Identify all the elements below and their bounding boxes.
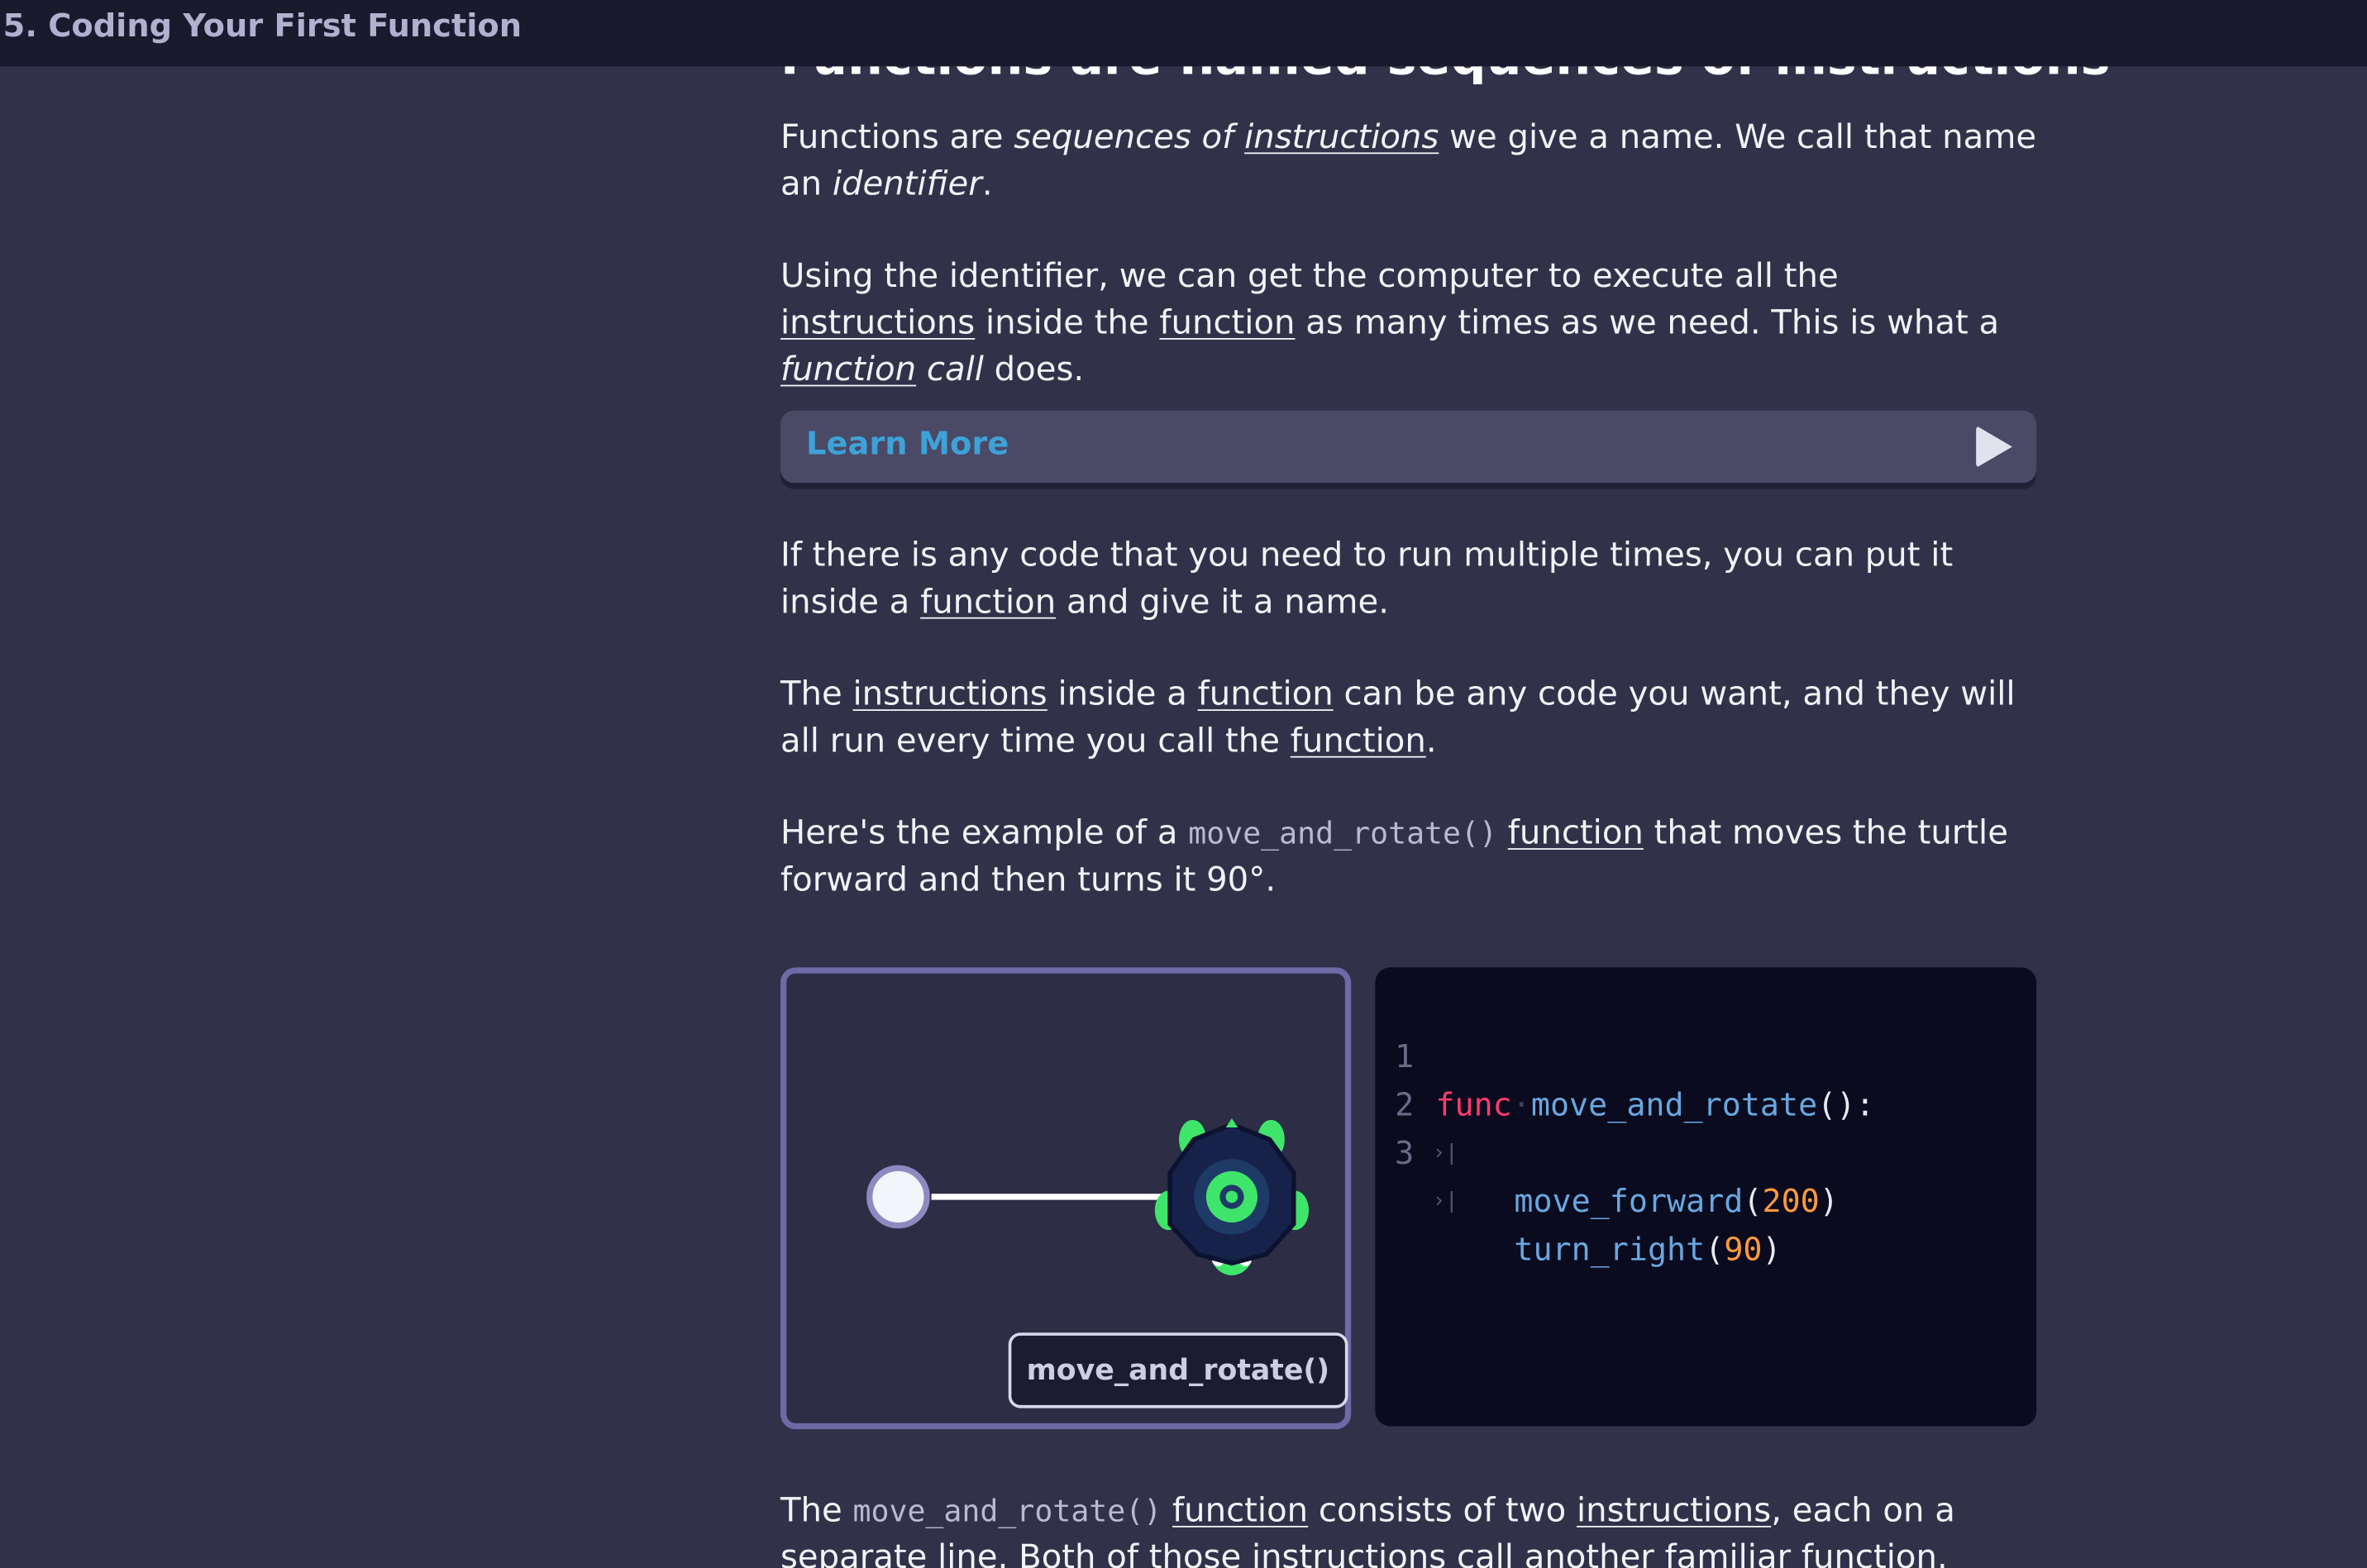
code-line: 1 func·move_and_rotate(): — [1375, 984, 1874, 1122]
glossary-link-function[interactable]: function — [1291, 723, 1426, 761]
glossary-link-instructions[interactable]: instructions — [780, 305, 975, 343]
start-point-marker — [866, 1165, 930, 1229]
tab-indent-icon: ›| — [1432, 1189, 1458, 1214]
glossary-link-instructions[interactable]: instructions — [1244, 119, 1439, 157]
glossary-link-function[interactable]: function — [1172, 1493, 1308, 1531]
code-editor: 1 func·move_and_rotate(): 2 ›| move_forw… — [1375, 967, 2037, 1427]
paragraph-run-multiple-times: If there is any code that you need to ru… — [780, 537, 1954, 622]
paragraph-functions-definition: Functions are sequences of instructions … — [780, 119, 2037, 204]
learn-more-label: Learn More — [806, 425, 1009, 462]
lesson-title[interactable]: 5. Coding Your First Function — [3, 7, 522, 44]
lesson-viewport: Functions are named sequences of instruc… — [0, 0, 2367, 1568]
glossary-link-function[interactable]: function — [1159, 305, 1295, 343]
paragraph-two-instructions: The move_and_rotate() function consists … — [780, 1492, 1955, 1568]
glossary-link-function[interactable]: function — [1198, 676, 1334, 714]
glossary-link-instructions[interactable]: instructions — [1577, 1493, 1771, 1531]
play-icon — [1976, 425, 2012, 469]
line-number: 3 — [1395, 1135, 1415, 1171]
lesson-header-bar: 5. Coding Your First Function — [0, 0, 2367, 67]
code-line: 3 ›| turn_right(90) — [1375, 1080, 1782, 1268]
glossary-link-function[interactable]: function — [1508, 815, 1644, 853]
glossary-link-instructions[interactable]: instructions — [852, 676, 1047, 714]
paragraph-example-intro: Here's the example of a move_and_rotate(… — [780, 814, 2008, 900]
learn-more-button[interactable]: Learn More — [780, 410, 2037, 484]
turtle-icon — [1154, 1118, 1310, 1275]
turtle-demo-panel: move_and_rotate() — [780, 967, 1352, 1430]
run-move-and-rotate-button[interactable]: move_and_rotate() — [1008, 1332, 1348, 1408]
glossary-link-function[interactable]: function — [780, 351, 916, 389]
paragraph-identifier: Using the identifier, we can get the com… — [780, 258, 2000, 390]
inline-code-move-and-rotate: move_and_rotate() — [852, 1492, 1162, 1529]
code-line: 2 ›| move_forward(200) — [1375, 1032, 1839, 1220]
inline-code-move-and-rotate: move_and_rotate() — [1188, 814, 1498, 851]
glossary-link-function[interactable]: function — [920, 584, 1056, 622]
paragraph-instructions-inside: The instructions inside a function can b… — [780, 676, 2016, 761]
